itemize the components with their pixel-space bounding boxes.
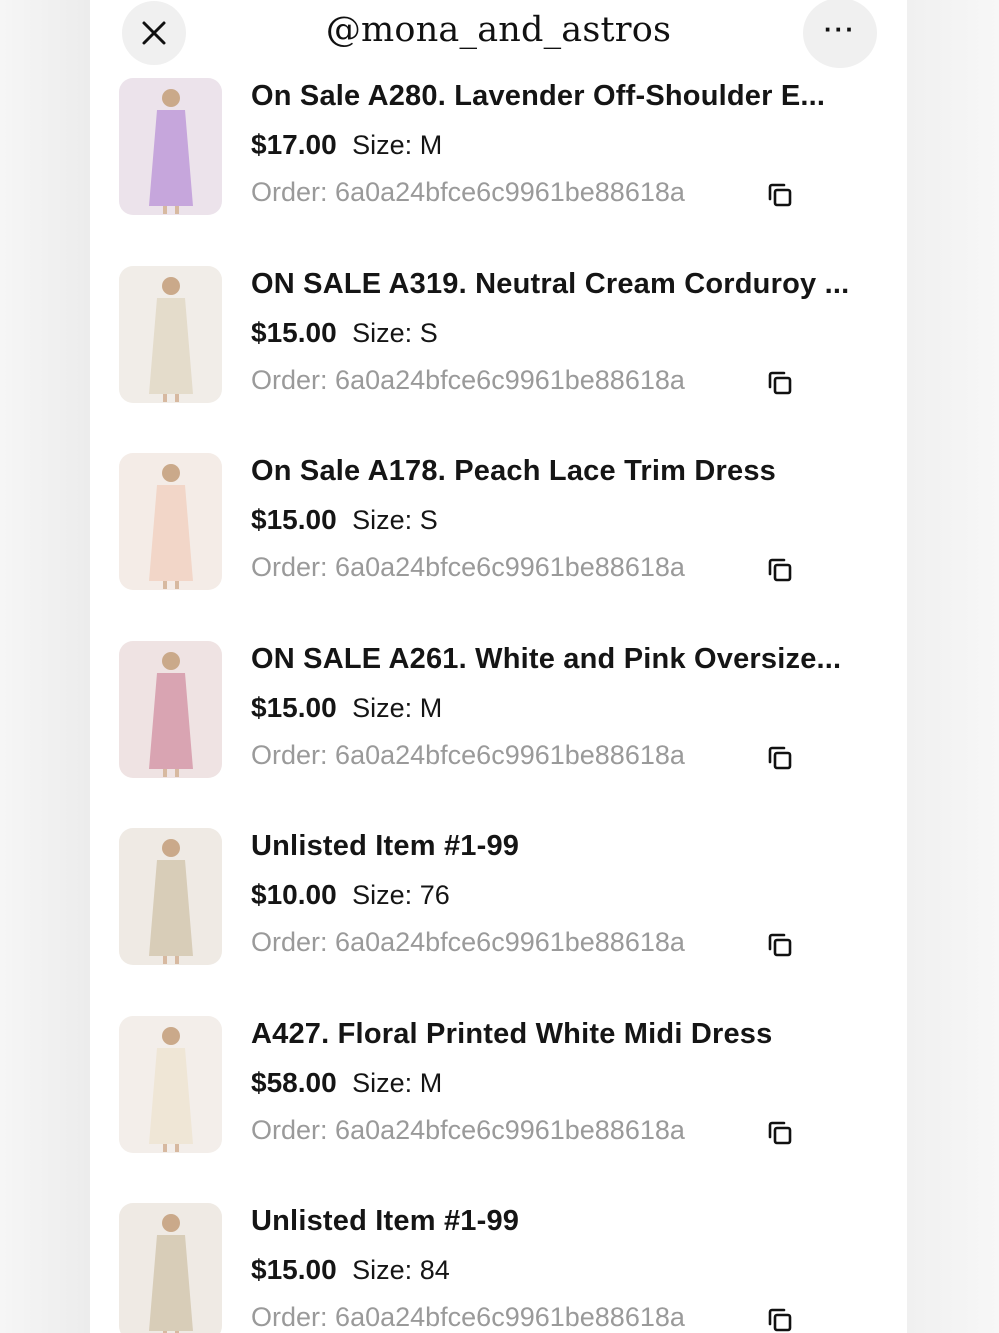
product-thumbnail[interactable]: [119, 1015, 222, 1153]
price-size-line: $15.00 Size: S: [251, 317, 438, 349]
background-right: [907, 0, 999, 1333]
price-size-line: $10.00 Size: 76: [251, 879, 450, 911]
product-price: $17.00: [251, 129, 337, 160]
order-item[interactable]: ON SALE A319. Neutral Cream Corduroy ...…: [90, 265, 907, 406]
order-label: Order:: [251, 1114, 328, 1145]
size-label: Size:: [352, 505, 413, 535]
product-thumbnail[interactable]: [119, 828, 222, 965]
order-item[interactable]: A427. Floral Printed White Midi Dress $5…: [90, 1015, 907, 1156]
size-value: 76: [419, 880, 450, 910]
size-value: 84: [419, 1255, 450, 1285]
product-thumbnail[interactable]: [119, 78, 222, 215]
product-thumbnail[interactable]: [119, 640, 222, 778]
size-value: M: [419, 1067, 443, 1098]
order-item[interactable]: On Sale A178. Peach Lace Trim Dress $15.…: [90, 453, 907, 593]
product-name: Unlisted Item #1-99: [251, 830, 520, 862]
product-price: $15.00: [251, 1254, 337, 1285]
product-thumbnail[interactable]: [119, 265, 222, 403]
order-label: Order:: [251, 927, 328, 957]
copy-icon[interactable]: [766, 556, 794, 584]
size-value: M: [419, 130, 443, 160]
price-size-line: $15.00 Size: S: [251, 504, 438, 536]
size-value: S: [419, 505, 438, 535]
order-label: Order:: [251, 552, 328, 582]
size-label: Size:: [352, 1067, 413, 1098]
order-item[interactable]: Unlisted Item #1-99 $10.00 Size: 76 Orde…: [90, 828, 907, 968]
copy-icon[interactable]: [766, 369, 794, 397]
size-label: Size:: [352, 1255, 413, 1285]
product-name: On Sale A280. Lavender Off-Shoulder E...: [251, 80, 826, 112]
order-id: 6a0a24bfce6c9961be88618a: [335, 1302, 685, 1332]
order-id: 6a0a24bfce6c9961be88618a: [335, 739, 685, 770]
size-label: Size:: [352, 880, 413, 910]
order-label: Order:: [251, 1302, 328, 1332]
price-size-line: $17.00 Size: M: [251, 129, 442, 161]
order-id: 6a0a24bfce6c9961be88618a: [335, 364, 685, 395]
order-item[interactable]: Unlisted Item #1-99 $15.00 Size: 84 Orde…: [90, 1203, 907, 1333]
order-id-line: Order: 6a0a24bfce6c9961be88618a: [251, 552, 685, 583]
order-label: Order:: [251, 177, 328, 207]
order-item[interactable]: On Sale A280. Lavender Off-Shoulder E...…: [90, 78, 907, 218]
order-id-line: Order: 6a0a24bfce6c9961be88618a: [251, 927, 685, 958]
order-label: Order:: [251, 739, 328, 770]
order-id: 6a0a24bfce6c9961be88618a: [335, 927, 685, 957]
order-id-line: Order: 6a0a24bfce6c9961be88618a: [251, 365, 685, 396]
copy-icon[interactable]: [766, 1306, 794, 1333]
price-size-line: $15.00 Size: M: [251, 692, 442, 724]
more-horizontal-icon: ···: [824, 14, 856, 44]
order-id: 6a0a24bfce6c9961be88618a: [335, 1114, 685, 1145]
more-options-button[interactable]: ···: [803, 0, 877, 68]
size-label: Size:: [352, 130, 413, 160]
background-left: [0, 0, 90, 1333]
product-price: $58.00: [251, 1066, 337, 1098]
copy-icon[interactable]: [766, 1119, 794, 1147]
order-id: 6a0a24bfce6c9961be88618a: [335, 552, 685, 582]
product-price: $15.00: [251, 691, 337, 723]
product-name: Unlisted Item #1-99: [251, 1205, 520, 1237]
size-label: Size:: [352, 317, 413, 348]
order-id-line: Order: 6a0a24bfce6c9961be88618a: [251, 1302, 685, 1333]
size-value: M: [419, 692, 443, 723]
product-price: $15.00: [251, 504, 337, 535]
order-id-line: Order: 6a0a24bfce6c9961be88618a: [251, 1115, 685, 1146]
copy-icon[interactable]: [766, 931, 794, 959]
price-size-line: $15.00 Size: 84: [251, 1254, 450, 1286]
product-thumbnail[interactable]: [119, 453, 222, 590]
size-label: Size:: [352, 692, 413, 723]
order-item[interactable]: ON SALE A261. White and Pink Oversize...…: [90, 640, 907, 781]
order-id-line: Order: 6a0a24bfce6c9961be88618a: [251, 740, 685, 771]
product-name: On Sale A178. Peach Lace Trim Dress: [251, 455, 776, 487]
order-id: 6a0a24bfce6c9961be88618a: [335, 177, 685, 207]
size-value: S: [419, 317, 438, 348]
copy-icon[interactable]: [766, 744, 794, 772]
product-price: $15.00: [251, 316, 337, 348]
order-id-line: Order: 6a0a24bfce6c9961be88618a: [251, 177, 685, 208]
page-title: @mona_and_astros: [325, 10, 672, 50]
price-size-line: $58.00 Size: M: [251, 1067, 442, 1099]
order-label: Order:: [251, 364, 328, 395]
product-name: ON SALE A261. White and Pink Oversize...: [251, 642, 842, 675]
product-name: A427. Floral Printed White Midi Dress: [251, 1017, 773, 1050]
product-thumbnail[interactable]: [119, 1203, 222, 1333]
orders-panel: @mona_and_astros ··· On Sale A280. Laven…: [90, 0, 907, 1333]
copy-icon[interactable]: [766, 181, 794, 209]
header: @mona_and_astros ···: [90, 0, 907, 70]
product-price: $10.00: [251, 879, 337, 910]
product-name: ON SALE A319. Neutral Cream Corduroy ...: [251, 267, 850, 300]
